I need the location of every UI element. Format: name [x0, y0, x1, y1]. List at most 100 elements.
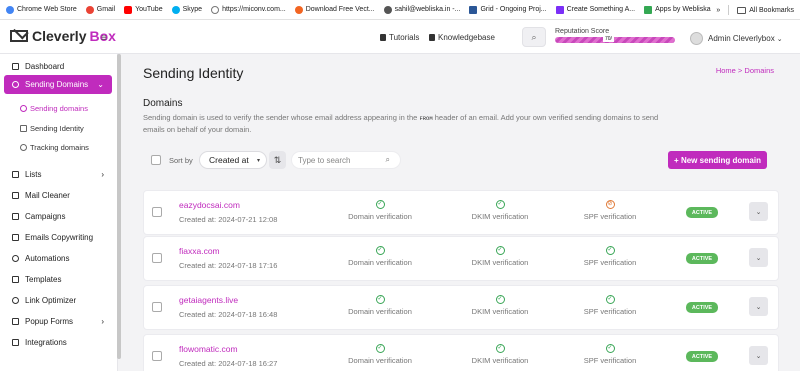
expand-button[interactable]: ⌄: [749, 202, 768, 221]
bookmark-grid[interactable]: Grid - Ongoing Proj...: [469, 5, 547, 14]
dkim-verification: ✓ DKIM verification: [471, 200, 529, 221]
bookmark-youtube[interactable]: YouTube: [124, 5, 163, 14]
status-badge: ACTIVE: [686, 351, 718, 362]
created-at: Created at: 2024-07-18 16:48: [179, 310, 278, 319]
page-description: Sending domain is used to verify the sen…: [143, 113, 659, 134]
status-badge: ACTIVE: [686, 302, 718, 313]
sidebar-scrollbar[interactable]: [117, 54, 121, 359]
mail-icon: [383, 5, 392, 14]
bookmark-mail[interactable]: sahil@webliska.in -...: [383, 5, 460, 14]
template-icon: [12, 276, 19, 283]
link-icon: [12, 297, 19, 304]
status-badge: ACTIVE: [686, 253, 718, 264]
tutorials-link[interactable]: Tutorials: [380, 33, 419, 42]
chevron-right-icon: ›: [101, 170, 104, 179]
domain-name-link[interactable]: getaiagents.live: [179, 295, 238, 305]
reputation-label: Reputation Score: [555, 28, 610, 35]
check-circle-icon: ✓: [375, 295, 385, 304]
bookmarks-more-button[interactable]: »: [716, 7, 720, 14]
select-all-checkbox[interactable]: [151, 155, 161, 165]
domain-name-link[interactable]: fiaxxa.com: [179, 246, 220, 256]
avatar: [690, 32, 703, 45]
check-circle-icon: ✓: [495, 344, 505, 353]
domain-verification: ✓ Domain verification: [348, 295, 412, 316]
chevron-down-icon: ⌄: [755, 254, 762, 262]
sidebar-item-mail-cleaner[interactable]: Mail Cleaner: [4, 186, 112, 205]
domain-verification: ✓ Domain verification: [348, 246, 412, 267]
breadcrumb[interactable]: Home > Domains: [716, 66, 774, 75]
new-sending-domain-button[interactable]: + New sending domain: [668, 151, 767, 169]
expand-button[interactable]: ⌄: [749, 297, 768, 316]
sidebar-item-sending-domains[interactable]: Sending Domains ⌄: [4, 75, 112, 94]
row-checkbox[interactable]: [152, 302, 162, 312]
bookmark-chrome-store[interactable]: Chrome Web Store: [6, 5, 77, 14]
menu-toggle-icon[interactable]: ≡: [101, 33, 107, 44]
freepik-icon: [294, 5, 303, 14]
spf-verification: ⊘ SPF verification: [583, 200, 637, 221]
domain-card: fiaxxa.com Created at: 2024-07-18 17:16 …: [143, 236, 779, 281]
expand-button[interactable]: ⌄: [749, 346, 768, 365]
bookmark-gmail[interactable]: Gmail: [85, 5, 115, 14]
sort-direction-button[interactable]: ⇅: [269, 151, 286, 169]
form-icon: [12, 318, 19, 325]
send-icon: [12, 213, 19, 220]
bookmark-skype[interactable]: Skype: [171, 5, 202, 14]
sidebar-subitem-tracking-domains[interactable]: Tracking domains: [20, 143, 89, 152]
sidebar-item-templates[interactable]: Templates: [4, 270, 112, 289]
chevron-down-icon: ⌄: [776, 35, 783, 43]
page-title: Sending Identity: [143, 65, 244, 81]
sidebar-item-popup-forms[interactable]: Popup Forms ›: [4, 312, 112, 331]
sidebar-item-integrations[interactable]: Integrations: [4, 333, 112, 352]
bookmark-miconv[interactable]: https://miconv.com...: [211, 5, 286, 14]
check-circle-icon: ✓: [495, 246, 505, 255]
folder-icon: [737, 6, 747, 14]
row-checkbox[interactable]: [152, 253, 162, 263]
status-badge: ACTIVE: [686, 207, 718, 218]
caret-down-icon: ▾: [256, 157, 260, 164]
dkim-verification: ✓ DKIM verification: [471, 246, 529, 267]
expand-button[interactable]: ⌄: [749, 248, 768, 267]
envelope-logo-icon: [10, 30, 28, 42]
chevron-down-icon: ⌄: [755, 208, 762, 216]
youtube-icon: [124, 5, 133, 14]
bookmark-apps[interactable]: Apps by Webliska: [644, 5, 711, 14]
sidebar-subitem-sending-domains[interactable]: Sending domains: [20, 104, 88, 113]
sidebar-item-lists[interactable]: Lists ›: [4, 165, 112, 184]
domain-verification: ✓ Domain verification: [348, 344, 412, 365]
row-checkbox[interactable]: [152, 351, 162, 361]
sort-select[interactable]: Created at ▾: [199, 151, 267, 169]
sidebar-item-emails-copywriting[interactable]: Emails Copywriting: [4, 228, 112, 247]
sidebar: Dashboard Sending Domains ⌄ Sending domai…: [0, 54, 118, 371]
user-menu[interactable]: Admin Cleverlybox ⌄: [690, 32, 783, 45]
search-icon: ⌕: [531, 31, 537, 42]
sort-icon: ⇅: [273, 154, 282, 165]
sidebar-item-campaigns[interactable]: Campaigns: [4, 207, 112, 226]
all-bookmarks-button[interactable]: All Bookmarks: [749, 7, 794, 14]
row-checkbox[interactable]: [152, 207, 162, 217]
gmail-icon: [85, 5, 94, 14]
bookmark-freepik[interactable]: Download Free Vect...: [294, 5, 375, 14]
sidebar-item-dashboard[interactable]: Dashboard: [4, 57, 112, 76]
search-input[interactable]: Type to search ⌕: [291, 151, 401, 169]
domain-name-link[interactable]: flowomatic.com: [179, 344, 238, 354]
id-icon: [20, 125, 27, 132]
tracking-icon: [20, 144, 27, 151]
sidebar-subitem-sending-identity[interactable]: Sending Identity: [20, 124, 84, 133]
video-icon: [380, 34, 386, 41]
globe-icon: [12, 81, 19, 88]
reputation-score: Reputation Score 70/: [555, 28, 675, 43]
sidebar-item-link-optimizer[interactable]: Link Optimizer: [4, 291, 112, 310]
knowledgebase-link[interactable]: Knowledgebase: [429, 33, 495, 42]
home-icon: [12, 63, 19, 70]
sidebar-item-automations[interactable]: Automations: [4, 249, 112, 268]
chevron-down-icon: ⌄: [755, 352, 762, 360]
bookmarks-bar: Chrome Web Store Gmail YouTube Skype htt…: [0, 0, 800, 20]
created-at: Created at: 2024-07-18 17:16: [179, 261, 278, 270]
list-toolbar: Sort by Created at ▾ ⇅ Type to search ⌕ + …: [143, 150, 773, 170]
dkim-verification: ✓ DKIM verification: [471, 295, 529, 316]
bookmark-create[interactable]: Create Something A...: [555, 5, 635, 14]
domain-name-link[interactable]: eazydocsai.com: [179, 200, 240, 210]
check-circle-icon: ✓: [375, 200, 385, 209]
search-icon: ⌕: [385, 155, 390, 164]
header-search-button[interactable]: ⌕: [522, 27, 546, 47]
